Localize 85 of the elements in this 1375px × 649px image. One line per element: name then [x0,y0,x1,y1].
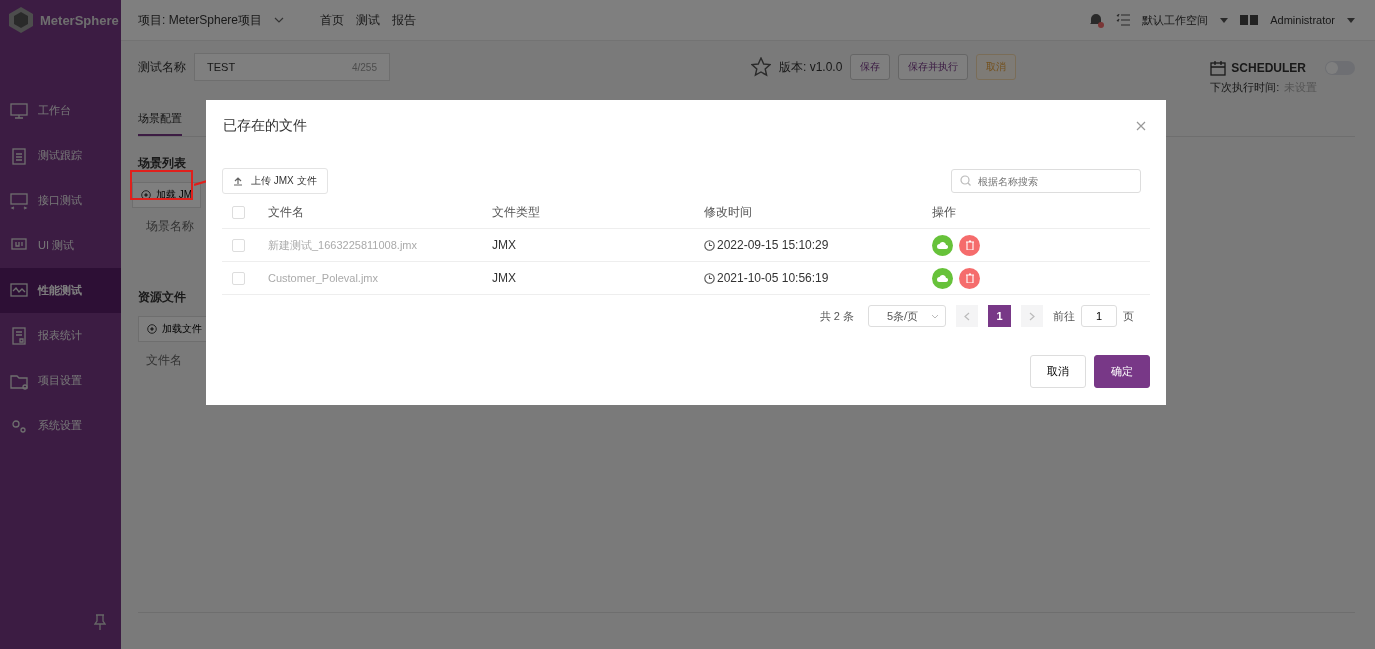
star-icon[interactable] [750,57,771,77]
column-header: 操作 [932,203,956,221]
sidebar-item[interactable]: 项目设置 [0,358,121,403]
target-icon [141,190,151,200]
file-name: 新建测试_1663225811008.jmx [268,237,417,253]
sidebar-item[interactable]: 工作台 [0,88,121,133]
column-header: 修改时间 [704,203,752,221]
modified-time: 2021-10-05 10:56:19 [717,271,829,285]
sidebar-item[interactable]: 系统设置 [0,403,121,448]
sidebar-item[interactable]: UI 测试 [0,223,121,268]
field-label: 测试名称 [138,58,186,76]
goto-label: 前往 [1053,308,1075,324]
download-button[interactable] [932,234,953,256]
checklist-icon [1116,14,1131,26]
select-all-checkbox[interactable] [232,205,245,219]
tab[interactable]: 场景配置 [138,105,182,136]
chevron-down-icon [274,17,285,23]
calendar-icon [1210,59,1227,76]
workspace-selector[interactable]: 默认工作空间 [1142,12,1209,28]
sidebar-item[interactable]: 报表统计 [0,313,121,358]
next-page-button[interactable] [1021,305,1043,327]
prev-page-button[interactable] [956,305,978,327]
column-header: 场景名称 [146,218,195,235]
chevron-right-icon [1029,311,1035,321]
clock-icon [704,272,715,284]
download-button[interactable] [932,267,953,289]
api-icon [10,191,28,210]
goto-page-field[interactable]: 1 [1081,305,1117,327]
search-field[interactable]: 根据名称搜索 [951,169,1141,193]
caret-icon [1220,17,1229,23]
highlight-box [130,170,193,200]
monitor-icon [10,101,28,120]
column-header: 文件名 [268,203,304,221]
sidebar-item[interactable]: 测试跟踪 [0,133,121,178]
dialog-button[interactable]: 确定 [1094,355,1150,388]
nav-link[interactable]: 首页 [320,11,345,29]
toolbar-button[interactable]: 保存并执行 [898,54,969,80]
cloud-icon [937,274,948,282]
clipboard-icon [10,146,28,165]
upload-icon [233,176,243,186]
section-title: 资源文件 [138,289,187,306]
cloud-icon [937,241,948,249]
file-type: JMX [492,238,516,252]
pin-icon[interactable] [94,614,106,630]
sidebar-item[interactable]: 接口测试 [0,178,121,223]
page-size-select[interactable]: 5条/页 [868,305,946,327]
version-label: 版本: v1.0.0 [778,58,843,76]
page-number[interactable]: 1 [988,305,1011,327]
file-name: Customer_Poleval.jmx [268,272,379,284]
next-run-label: 下次执行时间: [1210,79,1280,95]
chart-icon [10,281,28,300]
chevron-left-icon [964,311,970,321]
upload-button[interactable]: 上传 JMX 文件 [222,168,328,194]
toolbar-button[interactable]: 保存 [850,54,891,80]
column-header: 文件类型 [492,203,540,221]
scheduler-label: SCHEDULER [1231,60,1306,75]
clock-icon [704,239,715,251]
target-icon [147,324,157,334]
column-header: 文件名 [146,352,183,369]
section-title: 场景列表 [138,155,187,172]
logo-icon [8,6,34,34]
row-checkbox[interactable] [232,271,245,285]
nav-link[interactable]: 报告 [392,11,417,29]
file-type: JMX [492,271,516,285]
language-icon[interactable] [1240,15,1259,25]
delete-button[interactable] [959,234,980,256]
caret-icon [1347,17,1355,23]
total-count: 共 2 条 [819,308,854,324]
trash-icon [965,273,974,283]
bell-icon[interactable] [1088,12,1105,28]
delete-button[interactable] [959,267,980,289]
project-selector[interactable]: 项目: MeterSphere项目 [138,11,263,29]
chevron-down-icon [931,313,939,319]
sidebar-item[interactable]: 性能测试 [0,268,121,313]
row-checkbox[interactable] [232,238,245,252]
close-icon[interactable] [1136,121,1146,131]
dialog-button[interactable]: 取消 [1030,355,1086,388]
page-suffix: 页 [1123,308,1134,324]
user-menu[interactable]: Administrator [1270,14,1335,26]
modified-time: 2022-09-15 15:10:29 [717,238,829,252]
nav-link[interactable]: 测试 [356,11,381,29]
app-name: MeterSphere [40,12,119,28]
trash-icon [965,240,974,250]
report-icon [10,326,28,345]
dialog-title: 已存在的文件 [223,117,307,135]
